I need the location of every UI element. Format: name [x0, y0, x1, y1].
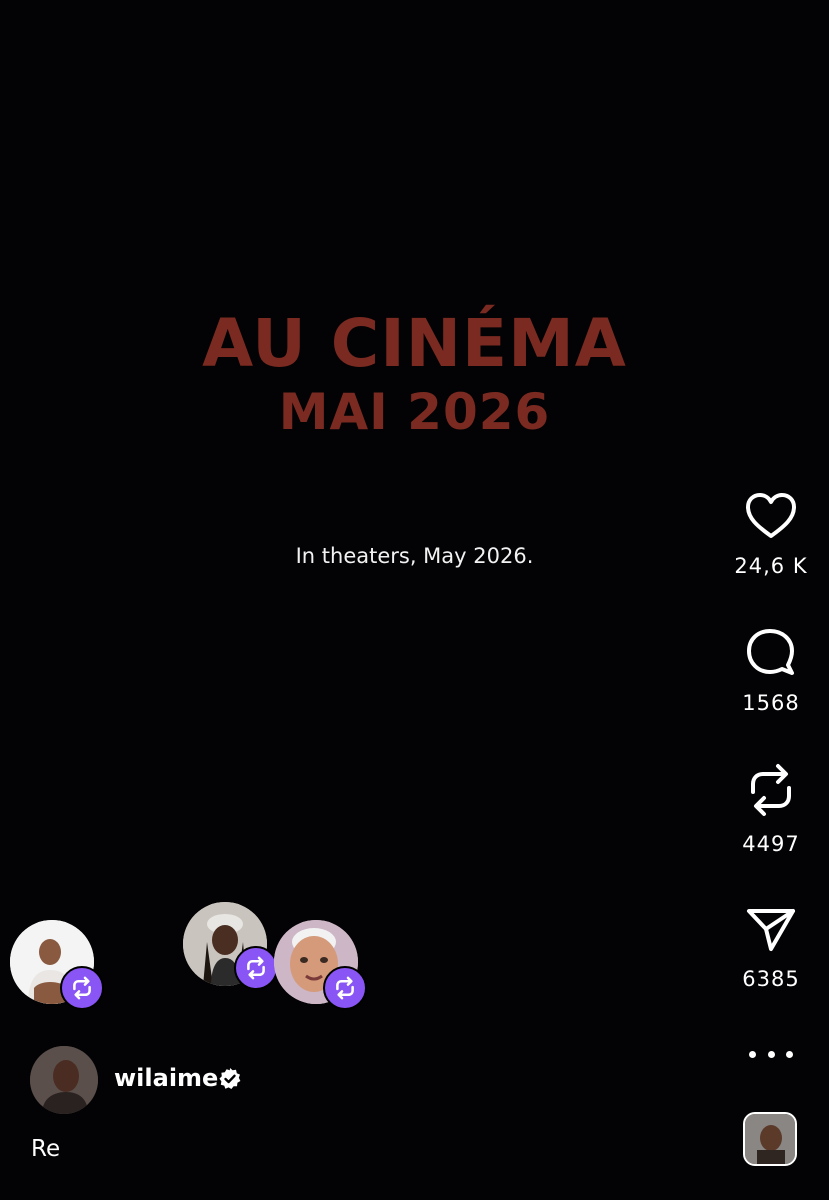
repost-icon [247, 956, 265, 980]
like-button[interactable]: 24,6 K [727, 492, 815, 578]
heart-icon [746, 493, 796, 538]
verified-badge-icon [219, 1068, 241, 1089]
paper-plane-icon [747, 909, 795, 951]
more-options-button[interactable] [749, 1044, 793, 1064]
repost-icon [751, 764, 791, 816]
video-player[interactable]: AU CINÉMA MAI 2026 In theaters, May 2026… [0, 0, 829, 1200]
repost-badge [234, 946, 278, 990]
author-username[interactable]: wilaime [114, 1064, 218, 1092]
author-avatar[interactable] [30, 1046, 98, 1114]
video-headline-line1: AU CINÉMA [202, 305, 627, 382]
author-photo [30, 1046, 98, 1114]
like-count: 24,6 K [734, 554, 808, 578]
repost-icon [336, 976, 354, 1000]
repost-button[interactable]: 4497 [727, 762, 815, 856]
more-dots-icon [749, 1050, 756, 1058]
comment-bubble-icon [747, 629, 794, 675]
share-count: 6385 [742, 967, 800, 991]
comment-count: 1568 [742, 691, 800, 715]
more-dot [767, 1050, 775, 1058]
post-caption: Re [31, 1136, 61, 1162]
video-subtitle: In theaters, May 2026. [295, 544, 534, 568]
repost-icon [73, 976, 91, 1000]
repost-badge [60, 966, 104, 1010]
repost-count: 4497 [742, 832, 800, 856]
share-button[interactable]: 6385 [727, 905, 815, 991]
more-dot [786, 1050, 793, 1058]
comment-button[interactable]: 1568 [727, 627, 815, 715]
audio-thumbnail[interactable] [743, 1112, 797, 1166]
video-headline-line2: MAI 2026 [278, 383, 551, 441]
repost-badge [323, 966, 367, 1010]
audio-thumbnail-image [745, 1114, 795, 1164]
